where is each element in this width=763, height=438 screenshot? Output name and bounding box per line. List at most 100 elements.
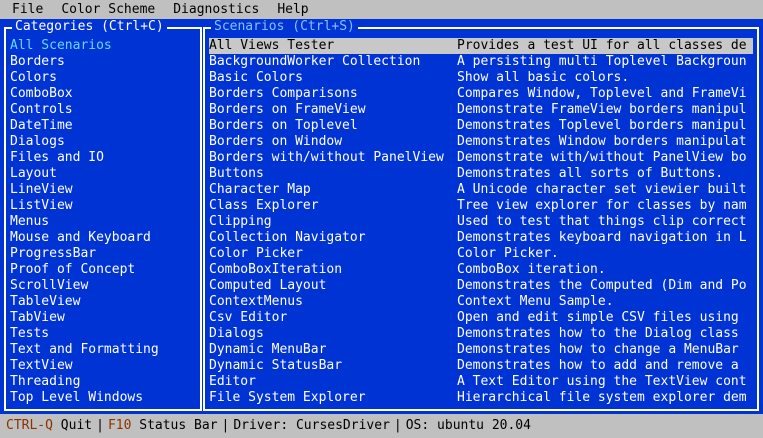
scenario-description: A Unicode character set viewier built: [457, 182, 747, 197]
scenario-description: Used to test that things clip correct: [457, 214, 747, 229]
category-item[interactable]: All Scenarios: [10, 38, 196, 54]
scenario-row[interactable]: ContextMenus Context Menu Sample.: [209, 294, 753, 310]
scenario-description: Open and edit simple CSV files using: [457, 310, 739, 325]
category-item[interactable]: ScrollView: [10, 278, 196, 294]
scenario-name: Character Map: [209, 182, 311, 197]
scenario-row[interactable]: Computed Layout Demonstrates the Computed…: [209, 278, 753, 294]
scenario-row[interactable]: Borders with/without PanelView Demonstrat…: [209, 150, 753, 166]
quit-shortcut-key[interactable]: CTRL-Q: [6, 418, 53, 434]
category-item[interactable]: LineView: [10, 182, 196, 198]
scenario-description: Context Menu Sample.: [457, 294, 614, 309]
menu-help[interactable]: Help: [265, 2, 314, 18]
scenario-name: ContextMenus: [209, 294, 303, 309]
scenario-description: Demonstrates how to add and remove a: [457, 358, 739, 373]
status-separator: |: [393, 418, 402, 433]
scenario-name: Borders with/without PanelView: [209, 150, 444, 165]
scenario-row[interactable]: ComboBoxIteration ComboBox iteration.: [209, 262, 753, 278]
scenario-name: BackgroundWorker Collection: [209, 54, 421, 69]
scenarios-title: Scenarios (Ctrl+S): [211, 19, 358, 35]
category-item[interactable]: TabView: [10, 310, 196, 326]
scenario-description: ComboBox iteration.: [457, 262, 606, 277]
category-item[interactable]: Menus: [10, 214, 196, 230]
scenario-name: Dynamic MenuBar: [209, 342, 327, 357]
scenario-row[interactable]: Class Explorer Tree view explorer for cla…: [209, 198, 753, 214]
menu-color-scheme[interactable]: Color Scheme: [49, 2, 161, 18]
main-area: Categories (Ctrl+C) All Scenarios Borders…: [0, 19, 763, 414]
status-separator: |: [221, 418, 230, 433]
scenario-name: All Views Tester: [209, 38, 335, 53]
scenario-row[interactable]: Editor A Text Editor using the TextView c…: [209, 374, 753, 390]
scenario-name: Csv Editor: [209, 310, 288, 325]
scenario-description: Demonstrates how to the Dialog class: [457, 326, 739, 341]
scenario-description: A persisting multi Toplevel Backgroun: [457, 54, 747, 69]
category-item[interactable]: TableView: [10, 294, 196, 310]
menu-diagnostics[interactable]: Diagnostics: [161, 2, 265, 18]
scenario-row[interactable]: Dynamic StatusBar Demonstrates how to add…: [209, 358, 753, 374]
scenario-name: File System Explorer: [209, 390, 366, 405]
scenario-row[interactable]: Character Map A Unicode character set vie…: [209, 182, 753, 198]
category-item[interactable]: TextView: [10, 358, 196, 374]
scenario-row[interactable]: Basic Colors Show all basic colors.: [209, 70, 753, 86]
statusbar-toggle-label[interactable]: Status Bar: [139, 418, 217, 434]
category-item[interactable]: DateTime: [10, 118, 196, 134]
scenario-description: Demonstrate FrameView borders manipul: [457, 102, 747, 117]
scenario-row[interactable]: Color Picker Color Picker.: [209, 246, 753, 262]
category-item[interactable]: Text and Formatting: [10, 342, 196, 358]
scenario-row[interactable]: Clipping Used to test that things clip co…: [209, 214, 753, 230]
scenario-row[interactable]: Borders on FrameView Demonstrate FrameVie…: [209, 102, 753, 118]
scenario-row[interactable]: Dynamic MenuBar Demonstrates how to chang…: [209, 342, 753, 358]
category-item[interactable]: Threading: [10, 374, 196, 390]
scenario-name: Dialogs: [209, 326, 264, 341]
category-item[interactable]: ProgressBar: [10, 246, 196, 262]
scenario-name: Editor: [209, 374, 256, 389]
scenario-name: Borders on Window: [209, 134, 343, 149]
menu-file[interactable]: File: [0, 2, 49, 18]
category-item[interactable]: Dialogs: [10, 134, 196, 150]
scenario-name: Class Explorer: [209, 198, 319, 213]
scenario-description: Tree view explorer for classes by nam: [457, 198, 747, 213]
scenario-row[interactable]: BackgroundWorker Collection A persisting …: [209, 54, 753, 70]
scenario-row[interactable]: File System Explorer Hierarchical file sy…: [209, 390, 753, 406]
scenarios-list[interactable]: All Views Tester Provides a test UI for a…: [209, 38, 753, 406]
category-item[interactable]: ComboBox: [10, 86, 196, 102]
scenario-row[interactable]: All Views Tester Provides a test UI for a…: [209, 38, 753, 54]
category-item[interactable]: Top Level Windows: [10, 390, 196, 406]
scenario-description: Show all basic colors.: [457, 70, 630, 85]
scenario-row[interactable]: Borders on Toplevel Demonstrates Toplevel…: [209, 118, 753, 134]
status-bar: CTRL-Q Quit | F10 Status Bar | Driver: C…: [0, 414, 763, 438]
category-item[interactable]: Layout: [10, 166, 196, 182]
category-item[interactable]: Tests: [10, 326, 196, 342]
scenario-description: Demonstrates how to change a MenuBar: [457, 342, 739, 357]
scenario-description: Color Picker.: [457, 246, 559, 261]
scenario-description: Demonstrates Toplevel borders manipul: [457, 118, 747, 133]
category-item[interactable]: Proof of Concept: [10, 262, 196, 278]
scenario-row[interactable]: Borders Comparisons Compares Window, Topl…: [209, 86, 753, 102]
scenario-description: Provides a test UI for all classes de: [457, 38, 747, 53]
scenario-name: Clipping: [209, 214, 272, 229]
scenario-row[interactable]: Dialogs Demonstrates how to the Dialog cl…: [209, 326, 753, 342]
category-item[interactable]: Colors: [10, 70, 196, 86]
scenario-row[interactable]: Buttons Demonstrates all sorts of Buttons…: [209, 166, 753, 182]
scenario-description: A Text Editor using the TextView cont: [457, 374, 747, 389]
category-item[interactable]: Mouse and Keyboard: [10, 230, 196, 246]
statusbar-shortcut-key[interactable]: F10: [108, 418, 131, 434]
scenario-name: Dynamic StatusBar: [209, 358, 343, 373]
scenario-row[interactable]: Csv Editor Open and edit simple CSV files…: [209, 310, 753, 326]
quit-label[interactable]: Quit: [61, 418, 92, 434]
status-separator: |: [96, 418, 104, 433]
category-item[interactable]: Files and IO: [10, 150, 196, 166]
category-item[interactable]: Borders: [10, 54, 196, 70]
scenario-description: Demonstrates the Computed (Dim and Po: [457, 278, 747, 293]
category-item[interactable]: ListView: [10, 198, 196, 214]
scenario-row[interactable]: Borders on Window Demonstrates Window bor…: [209, 134, 753, 150]
scenario-description: Demonstrate with/without PanelView bo: [457, 150, 747, 165]
scenarios-frame: Scenarios (Ctrl+S) All Views Tester Provi…: [203, 19, 759, 411]
categories-title: Categories (Ctrl+C): [12, 19, 167, 35]
scenario-name: Collection Navigator: [209, 230, 366, 245]
categories-list[interactable]: All Scenarios Borders Colors ComboBox Contro…: [10, 38, 196, 406]
os-info: OS: ubuntu 20.04: [405, 418, 531, 433]
scenario-name: Computed Layout: [209, 278, 327, 293]
category-item[interactable]: Controls: [10, 102, 196, 118]
menu-bar: File Color Scheme Diagnostics Help: [0, 0, 763, 19]
scenario-row[interactable]: Collection Navigator Demonstrates keyboar…: [209, 230, 753, 246]
